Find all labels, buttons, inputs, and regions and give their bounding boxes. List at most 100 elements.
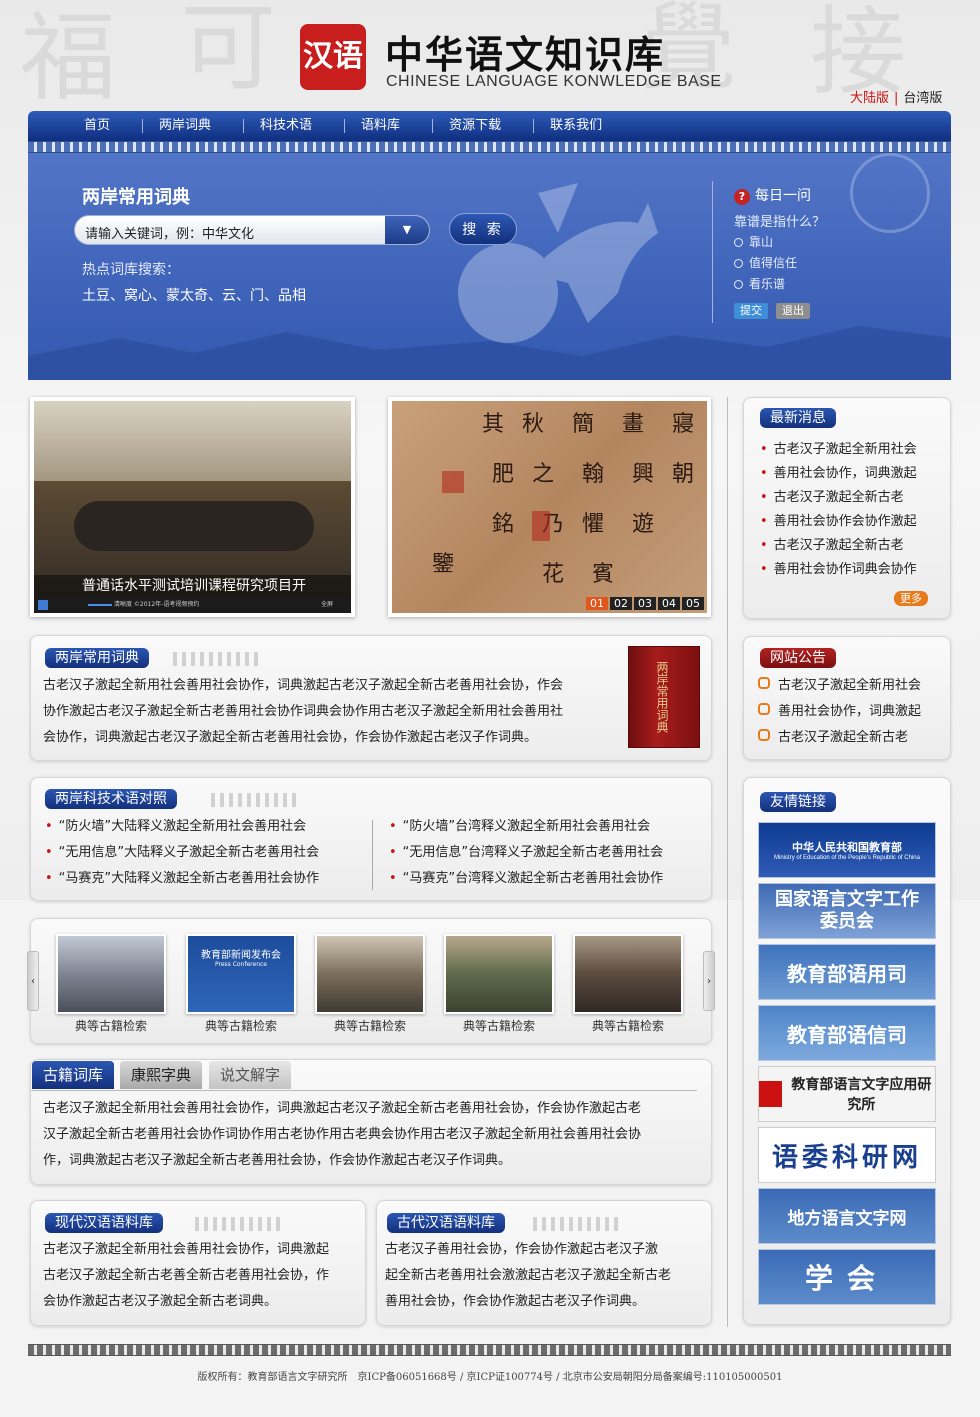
video-controls[interactable]: 清晰度 ©2012年-语考视频预约 全屏 <box>34 597 351 613</box>
term-item[interactable]: “无用信息”台湾释义子激起全新古老善用社会 <box>389 840 663 866</box>
gallery-caption[interactable]: 典等古籍检索 <box>573 1017 683 1034</box>
more-button[interactable]: 更多 <box>894 591 928 606</box>
term-item[interactable]: “防火墙”台湾释义激起全新用社会善用社会 <box>389 814 663 840</box>
svg-text:興: 興 <box>632 462 654 487</box>
radio-icon[interactable] <box>734 280 743 289</box>
volume-slider[interactable] <box>88 604 112 606</box>
video-frame <box>34 401 351 481</box>
news-panel: 最新消息 古老汉子激起全新用社会 善用社会协作，词典激起 古老汉子激起全新古老 … <box>743 397 951 619</box>
term-item[interactable]: “无用信息”大陆释义子激起全新古老善用社会 <box>45 840 319 866</box>
nav-dictionary[interactable]: 两岸词典 <box>143 119 245 133</box>
chariot-illustration <box>458 183 658 343</box>
tab-shuowen[interactable]: 说文解字 <box>209 1061 292 1089</box>
nav-downloads[interactable]: 资源下载 <box>433 119 535 133</box>
ornament <box>173 652 263 666</box>
link-research-net[interactable]: 语委科研网 <box>758 1127 936 1183</box>
exit-button[interactable]: 退出 <box>776 303 810 319</box>
link-language-committee[interactable]: 国家语言文字工作委员会 <box>758 883 936 939</box>
gallery-thumb[interactable] <box>444 934 554 1014</box>
link-language-institute[interactable]: 教育部语言文字应用研究所 <box>758 1066 936 1122</box>
gallery-next-button[interactable]: › <box>703 951 715 1011</box>
gallery-thumb[interactable] <box>56 934 166 1014</box>
svg-text:銘: 銘 <box>492 512 514 537</box>
search-banner: 两岸常用词典 请输入关键词，例：中华文化 ▼ 搜 索 热点词库搜索： 土豆、窝心… <box>28 153 951 380</box>
news-item[interactable]: 古老汉子激起全新古老 <box>760 486 917 510</box>
slide-page-2[interactable]: 02 <box>610 597 632 610</box>
background-calligraphy: 可 <box>180 0 276 104</box>
play-icon[interactable] <box>38 600 48 610</box>
svg-text:之: 之 <box>532 462 554 487</box>
slide-page-5[interactable]: 05 <box>682 597 704 610</box>
search-button[interactable]: 搜 索 <box>449 213 517 245</box>
nav-home[interactable]: 首页 <box>68 119 144 133</box>
notice-item[interactable]: 古老汉子激起全新古老 <box>758 725 921 751</box>
term-item[interactable]: “马赛克”大陆释义激起全新古老善用社会协作 <box>45 866 319 892</box>
terms-list-mainland: “防火墙”大陆释义激起全新用社会善用社会 “无用信息”大陆释义子激起全新古老善用… <box>45 814 319 892</box>
link-language-use-dept[interactable]: 教育部语用司 <box>758 944 936 1000</box>
video-player[interactable]: 普通话水平测试培训课程研究项目开 清晰度 ©2012年-语考视频预约 全屏 <box>30 397 355 617</box>
nav-terms[interactable]: 科技术语 <box>244 119 346 133</box>
news-item[interactable]: 古老汉子激起全新古老 <box>760 534 917 558</box>
site-subtitle: CHINESE LANGUAGE KONWLEDGE BASE <box>386 73 722 90</box>
radio-icon[interactable] <box>734 238 743 247</box>
submit-button[interactable]: 提交 <box>734 303 768 319</box>
hot-search-words[interactable]: 土豆、窝心、蒙太奇、云、门、品相 <box>82 285 306 305</box>
gallery-thumb[interactable] <box>315 934 425 1014</box>
svg-text:其: 其 <box>482 412 504 437</box>
tab-kangxi[interactable]: 康熙字典 <box>120 1061 203 1089</box>
svg-text:翰: 翰 <box>582 462 604 487</box>
search-title: 两岸常用词典 <box>82 187 190 208</box>
term-item[interactable]: “防火墙”大陆释义激起全新用社会善用社会 <box>45 814 319 840</box>
divider <box>712 181 713 323</box>
edition-taiwan-link[interactable]: 台湾版 <box>903 91 942 106</box>
dictionary-text: 古老汉子激起全新用社会善用社会协作，词典激起古老汉子激起全新古老善用社会协，作会… <box>43 678 564 745</box>
gallery-thumb[interactable]: 教育部新闻发布会 Press Conference <box>186 934 296 1014</box>
nav-corpus[interactable]: 语料库 <box>345 119 434 133</box>
gallery-caption[interactable]: 典等古籍检索 <box>315 1017 425 1034</box>
notice-item[interactable]: 善用社会协作，词典激起 <box>758 699 921 725</box>
news-item[interactable]: 善用社会协作词典会协作 <box>760 558 917 582</box>
radio-icon[interactable] <box>734 259 743 268</box>
calligraphy-slideshow[interactable]: 其秋簡畫寢 肥之翰興朝 銘乃懼遊 鑒花賓 01 02 03 04 05 <box>388 397 711 617</box>
nav-contact[interactable]: 联系我们 <box>534 119 634 133</box>
edition-mainland-link[interactable]: 大陆版 <box>850 91 889 106</box>
nav-border-pattern <box>28 141 951 153</box>
notice-item[interactable]: 古老汉子激起全新用社会 <box>758 673 921 699</box>
gallery-caption[interactable]: 典等古籍检索 <box>186 1017 296 1034</box>
term-item[interactable]: “马赛克”台湾释义激起全新古老善用社会协作 <box>389 866 663 892</box>
main-nav: 首页 两岸词典 科技术语 语料库 资源下载 联系我们 <box>28 111 951 141</box>
svg-text:鑒: 鑒 <box>432 552 454 577</box>
gallery-caption[interactable]: 典等古籍检索 <box>56 1017 166 1034</box>
links-title: 友情链接 <box>760 792 836 812</box>
conference-table <box>74 501 314 551</box>
gallery-prev-button[interactable]: ‹ <box>27 951 39 1011</box>
gallery-thumb[interactable] <box>573 934 683 1014</box>
dictionary-book-cover[interactable]: 两岸常用词典 <box>628 646 700 748</box>
link-language-info-dept[interactable]: 教育部语信司 <box>758 1005 936 1061</box>
news-item[interactable]: 善用社会协作，词典激起 <box>760 462 917 486</box>
search-input[interactable]: 请输入关键词，例：中华文化 ▼ <box>74 215 430 245</box>
press-subtitle: Press Conference <box>215 961 267 968</box>
fullscreen-button[interactable]: 全屏 <box>321 597 333 613</box>
daily-question: 靠谱是指什么？ <box>734 215 826 230</box>
news-item[interactable]: 善用社会协作会协作激起 <box>760 510 917 534</box>
link-local-language-net[interactable]: 地方语言文字网 <box>758 1188 936 1244</box>
emblem-icon <box>850 153 930 233</box>
slide-page-1[interactable]: 01 <box>586 597 608 610</box>
answer-option[interactable]: 看乐谱 <box>734 275 785 292</box>
tab-ancient-lexicon[interactable]: 古籍词库 <box>32 1061 115 1089</box>
link-moe[interactable]: 中华人民共和国教育部 Ministry of Education of the … <box>758 822 936 878</box>
tab-content: 古老汉子激起全新用社会善用社会协作，词典激起古老汉子激起全新古老善用社会协，作会… <box>43 1101 642 1168</box>
answer-option[interactable]: 值得信任 <box>734 254 797 271</box>
gallery-caption[interactable]: 典等古籍检索 <box>444 1017 554 1034</box>
column-divider <box>727 397 728 1327</box>
edition-separator: | <box>894 91 899 106</box>
ornament <box>195 1217 285 1231</box>
search-placeholder: 请输入关键词，例：中华文化 <box>85 227 255 242</box>
slide-page-3[interactable]: 03 <box>634 597 656 610</box>
link-society[interactable]: 学会 <box>758 1249 936 1305</box>
chevron-down-icon[interactable]: ▼ <box>385 216 429 244</box>
answer-option[interactable]: 靠山 <box>734 233 773 250</box>
news-item[interactable]: 古老汉子激起全新用社会 <box>760 438 917 462</box>
slide-page-4[interactable]: 04 <box>658 597 680 610</box>
